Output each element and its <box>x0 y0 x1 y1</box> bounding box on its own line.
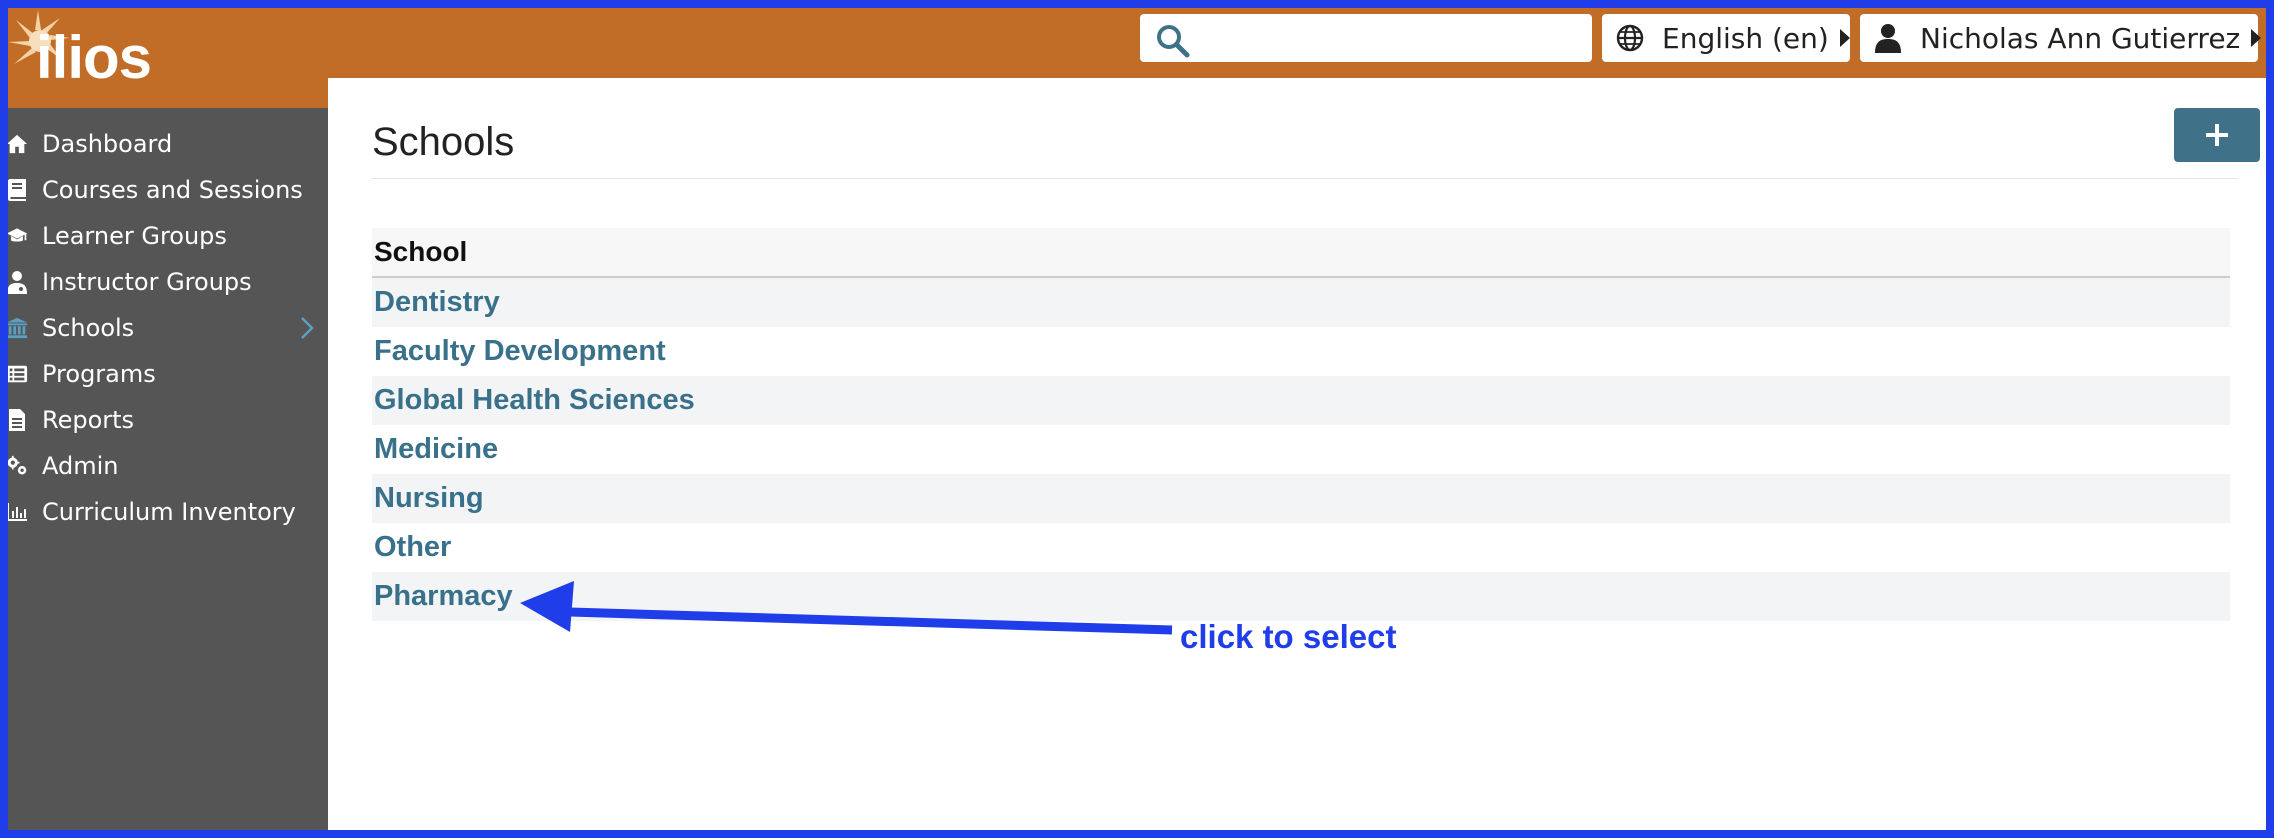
language-picker[interactable]: English (en) <box>1602 14 1850 62</box>
table-row: Medicine <box>372 425 2230 474</box>
sidebar-item-courses-and-sessions[interactable]: Courses and Sessions <box>8 170 328 210</box>
table-row: Pharmacy <box>372 572 2230 621</box>
page-title: Schools <box>372 120 515 164</box>
sidebar-item-label: Programs <box>42 360 156 388</box>
sidebar-item-admin[interactable]: Admin <box>8 446 328 486</box>
sidebar-item-label: Dashboard <box>42 130 173 158</box>
list-icon <box>8 362 28 386</box>
title-divider <box>372 178 2238 179</box>
sidebar-item-label: Learner Groups <box>42 222 227 250</box>
sidebar-item-label: Courses and Sessions <box>42 176 303 204</box>
table-row: Nursing <box>372 474 2230 523</box>
sidebar-item-dashboard[interactable]: Dashboard <box>8 124 328 164</box>
table-row: Global Health Sciences <box>372 376 2230 425</box>
annotation-label: click to select <box>1180 618 1397 655</box>
sidebar-item-reports[interactable]: Reports <box>8 400 328 440</box>
sidebar-item-schools[interactable]: Schools <box>8 308 328 348</box>
globe-icon <box>1616 24 1644 52</box>
caret-right-icon <box>1839 22 1851 55</box>
caret-right-icon <box>2250 22 2262 55</box>
sidebar-item-label: Curriculum Inventory <box>42 498 296 526</box>
chevron-right-icon <box>301 317 314 339</box>
table-header-school: School <box>372 228 2230 278</box>
sidebar-item-label: Admin <box>42 452 119 480</box>
sidebar-item-label: Instructor Groups <box>42 268 252 296</box>
ilios-logo[interactable]: ilios <box>8 8 328 108</box>
home-icon <box>8 132 28 156</box>
school-link-medicine[interactable]: Medicine <box>374 433 498 466</box>
sidebar-item-learner-groups[interactable]: Learner Groups <box>8 216 328 256</box>
school-link-pharmacy[interactable]: Pharmacy <box>374 580 513 613</box>
sidebar-item-label: Schools <box>42 314 135 342</box>
sidebar-item-curriculum-inventory[interactable]: Curriculum Inventory <box>8 492 328 532</box>
table-body: Dentistry Faculty Development Global Hea… <box>372 278 2230 621</box>
plus-icon <box>2206 124 2228 146</box>
school-link-global-health-sciences[interactable]: Global Health Sciences <box>374 384 695 417</box>
school-link-other[interactable]: Other <box>374 531 451 564</box>
logo-text: ilios <box>36 24 152 91</box>
user-menu[interactable]: Nicholas Ann Gutierrez <box>1860 14 2262 62</box>
school-link-faculty-development[interactable]: Faculty Development <box>374 335 666 368</box>
schools-table: School Dentistry Faculty Development Glo… <box>372 228 2230 621</box>
university-icon <box>8 316 28 340</box>
app-window: ilios English (en) Nicholas Ann Gutierre… <box>8 8 2266 830</box>
search-input[interactable] <box>1140 14 1592 62</box>
language-label: English (en) <box>1662 21 1829 55</box>
sidebar-item-label: Reports <box>42 406 135 434</box>
bar-chart-icon <box>8 500 28 524</box>
sidebar-item-programs[interactable]: Programs <box>8 354 328 394</box>
school-link-nursing[interactable]: Nursing <box>374 482 484 515</box>
sidebar: Dashboard Courses and Sessions Learner G… <box>8 108 328 830</box>
add-school-button[interactable] <box>2174 108 2260 162</box>
graduation-cap-icon <box>8 224 28 248</box>
sidebar-item-instructor-groups[interactable]: Instructor Groups <box>8 262 328 302</box>
user-name: Nicholas Ann Gutierrez <box>1920 21 2241 55</box>
instructor-icon <box>8 270 28 294</box>
cogs-icon <box>8 454 28 478</box>
table-row: Faculty Development <box>372 327 2230 376</box>
school-link-dentistry[interactable]: Dentistry <box>374 286 500 319</box>
file-icon <box>8 408 28 432</box>
book-icon <box>8 178 28 202</box>
user-icon <box>1874 23 1902 53</box>
table-row: Other <box>372 523 2230 572</box>
table-row: Dentistry <box>372 278 2230 327</box>
